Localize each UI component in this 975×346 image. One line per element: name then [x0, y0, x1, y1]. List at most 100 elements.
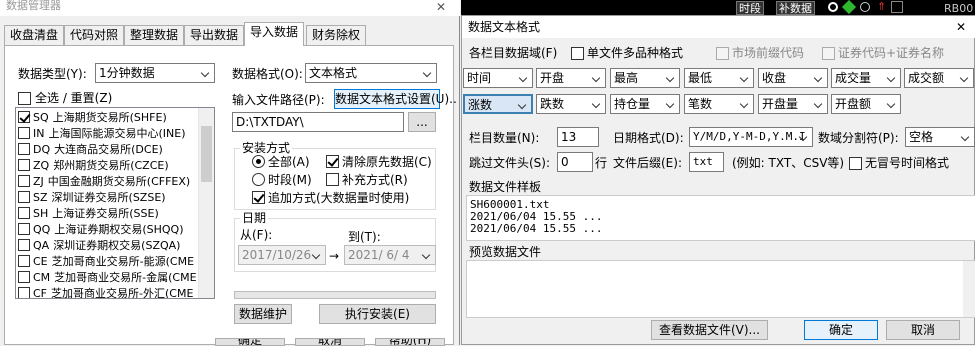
column-field-select[interactable]: 收盘	[758, 68, 828, 88]
exchange-checkbox[interactable]	[18, 287, 30, 298]
format-settings-button[interactable]: 数据文本格式设置(U)..	[334, 89, 457, 109]
date-format-select[interactable]: Y/M/D,Y-M-D,Y.M.I	[689, 127, 813, 147]
column-field-select[interactable]: 成交量	[831, 68, 901, 88]
close-icon[interactable]: ✕	[436, 0, 446, 14]
window-icon[interactable]	[891, 1, 903, 13]
exchange-item[interactable]: CF 芝加哥商业交易所-外汇(CME	[18, 286, 193, 298]
exchange-name: 大连商品交易所(DCE)	[54, 143, 163, 156]
column-field-select[interactable]: 最低	[684, 68, 754, 88]
tab-code-compare[interactable]: 代码对照	[64, 25, 125, 45]
single-file-checkbox[interactable]	[571, 47, 584, 60]
supplement-checkbox[interactable]	[326, 173, 339, 186]
chevron-down-icon	[886, 98, 898, 110]
exchange-item[interactable]: QQ 上海证券期权交易(SHQQ)	[18, 222, 183, 238]
tab-close-clear[interactable]: 收盘清盘	[4, 25, 65, 45]
ok-button[interactable]: 确定	[804, 320, 878, 340]
radio-period[interactable]	[252, 173, 265, 186]
tab-finance[interactable]: 财务除权	[306, 25, 367, 45]
data-format-select[interactable]: 文本格式	[305, 63, 437, 83]
exchange-item[interactable]: ZJ 中国金融期货交易所(CFFEX)	[18, 174, 190, 190]
market-prefix-checkbox[interactable]	[716, 47, 729, 60]
exchange-item[interactable]: IN 上海国际能源交易中心(INE)	[18, 126, 186, 142]
input-path-label: 输入文件路径(P):	[232, 93, 325, 107]
tab-organize[interactable]: 整理数据	[124, 25, 185, 45]
data-maintain-button[interactable]: 数据维护	[234, 304, 292, 324]
data-manager-window: 数据管理器 ✕ 收盘清盘 代码对照 整理数据 导出数据 导入数据 财务除权 数据…	[0, 0, 460, 346]
exchange-checkbox[interactable]	[18, 175, 30, 187]
column-field-select[interactable]: 开盘额	[831, 94, 901, 114]
code-name-checkbox[interactable]	[822, 47, 835, 60]
toolbar-period[interactable]: 时段	[736, 1, 764, 15]
execute-install-button[interactable]: 执行安装(E)	[319, 304, 436, 324]
close-icon[interactable]: ✕	[956, 20, 966, 34]
exchange-item[interactable]: SH 上海证券交易所(SSE)	[18, 206, 159, 222]
browse-button[interactable]: ...	[408, 112, 436, 132]
from-date-picker[interactable]: 2017/10/26	[238, 245, 326, 265]
exchange-checkbox[interactable]	[18, 191, 30, 203]
to-label: 到(T):	[348, 230, 381, 244]
template-box: SH600001.txt 2021/06/04 15.55 ... 2021/0…	[466, 195, 975, 241]
green-diamond-icon[interactable]	[841, 0, 857, 15]
exchange-checkbox[interactable]	[18, 239, 30, 251]
view-file-button[interactable]: 查看数据文件(V)...	[651, 320, 768, 340]
column-field-select[interactable]: 时间	[463, 68, 533, 88]
exchange-list[interactable]: SQ 上海期货交易所(SHFE) IN 上海国际能源交易中心(INE) DQ 大连商品交易…	[15, 107, 215, 299]
exchange-checkbox[interactable]	[18, 207, 30, 219]
column-field-select[interactable]: 成交额	[904, 68, 974, 88]
exchange-checkbox[interactable]	[18, 255, 30, 267]
column-field-select[interactable]: 笔数	[684, 94, 754, 114]
skip-header-input[interactable]: 0	[557, 152, 593, 172]
exchange-item[interactable]: QA 深圳证券期权交易(SZQA)	[18, 238, 180, 254]
radio-all[interactable]	[252, 155, 265, 168]
column-count-input[interactable]: 13	[557, 127, 599, 147]
single-file-label: 单文件多品种格式	[587, 46, 684, 60]
scrollbar-thumb[interactable]	[201, 126, 212, 182]
exchange-checkbox[interactable]	[18, 143, 30, 155]
exchange-item[interactable]: SQ 上海期货交易所(SHFE)	[18, 110, 167, 126]
alert-icon[interactable]: ⇑	[877, 0, 886, 14]
suffix-input[interactable]: txt	[689, 152, 724, 172]
exchange-code: SH	[33, 207, 49, 220]
tab-export[interactable]: 导出数据	[184, 25, 245, 45]
data-type-select[interactable]: 1分钟数据	[95, 63, 215, 83]
separator-select[interactable]: 空格	[905, 127, 975, 147]
tab-import[interactable]: 导入数据	[244, 22, 305, 46]
gear-icon[interactable]	[828, 2, 838, 12]
exchange-item[interactable]: CM 芝加哥商业交易所-金属(CME	[18, 270, 197, 286]
cancel-button[interactable]: 取消	[886, 320, 960, 340]
preview-title: 预览数据文件	[469, 245, 542, 259]
exchange-checkbox[interactable]	[18, 223, 30, 235]
exchange-checkbox[interactable]	[18, 159, 30, 171]
column-field-select[interactable]: 开盘	[536, 68, 606, 88]
to-date-picker[interactable]: 2021/ 6/ 4	[344, 245, 436, 265]
chevron-down-icon	[517, 99, 529, 111]
exchange-item[interactable]: ZQ 郑州期货交易所(CZCE)	[18, 158, 169, 174]
preview-scrollbar[interactable]	[963, 261, 975, 317]
exchange-checkbox[interactable]	[18, 271, 30, 283]
select-all-checkbox[interactable]	[18, 92, 31, 105]
date-group-title: 日期	[240, 211, 269, 225]
chevron-down-icon	[739, 72, 751, 84]
exchange-item[interactable]: DQ 大连商品交易所(DCE)	[18, 142, 163, 158]
exchange-checkbox[interactable]	[18, 127, 30, 139]
column-field-select[interactable]: 持仓量	[610, 94, 680, 114]
exchange-item[interactable]: CE 芝加哥商业交易所-能源(CME	[18, 254, 194, 270]
no-colon-time-checkbox[interactable]	[849, 157, 862, 170]
column-field-select[interactable]: 跌数	[536, 94, 606, 114]
chevron-down-icon	[421, 249, 433, 261]
append-mode-checkbox[interactable]	[252, 191, 265, 204]
symbol-code: RB00	[944, 2, 974, 15]
exchange-code: ZQ	[33, 159, 50, 172]
path-input[interactable]: D:\TXTDAY\	[232, 112, 404, 132]
column-field-select[interactable]: 涨数	[463, 94, 533, 114]
exchange-item[interactable]: SZ 深圳证券交易所(SZSE)	[18, 190, 166, 206]
toolbar-fill-data[interactable]: 补数据	[776, 1, 815, 15]
column-field-select[interactable]: 开盘量	[758, 94, 828, 114]
exchange-checkbox[interactable]	[18, 111, 30, 123]
radio-all-label: 全部(A)	[268, 155, 310, 169]
text-format-dialog: 数据文本格式 ✕ 各栏目数据域(F) 单文件多品种格式 市场前缀代码 证券代码+…	[461, 15, 975, 345]
circle-icon[interactable]	[860, 2, 870, 12]
exchange-list-scrollbar[interactable]	[198, 108, 214, 298]
clear-original-checkbox[interactable]	[326, 155, 339, 168]
column-field-select[interactable]: 最高	[610, 68, 680, 88]
